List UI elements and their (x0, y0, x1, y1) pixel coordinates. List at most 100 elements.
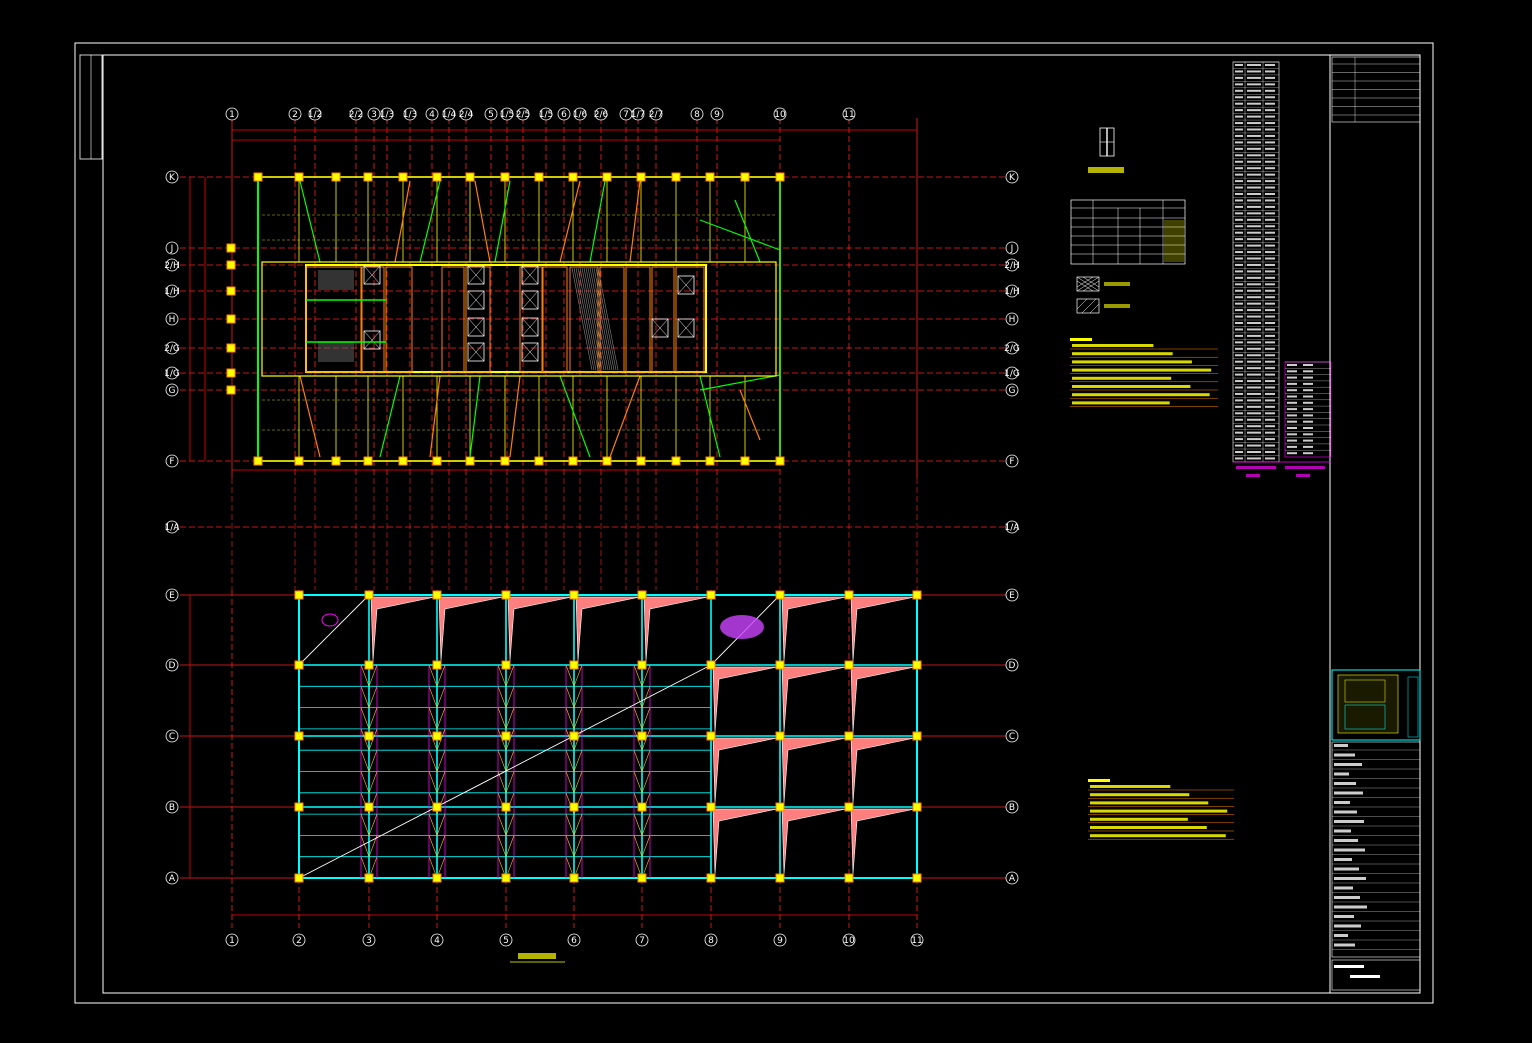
title-text (1334, 782, 1356, 785)
opening-small (321, 613, 339, 627)
elev-cell (1235, 205, 1243, 208)
diagonal-beam (629, 180, 641, 263)
elev-cell (1247, 231, 1261, 234)
title-text (1334, 820, 1364, 823)
elev-cell (1265, 309, 1275, 312)
elev-cell (1265, 405, 1275, 408)
note-text (1072, 352, 1173, 356)
elev-cell (1235, 141, 1243, 144)
diagonal-beam (494, 180, 511, 263)
slab-panel (850, 808, 916, 875)
bracing-diagonal (360, 835, 370, 857)
bracing-diagonal (573, 707, 583, 730)
elev-cell (1235, 128, 1243, 131)
column (706, 731, 716, 741)
column (602, 456, 612, 466)
column (637, 590, 647, 600)
elev-cell (1247, 315, 1261, 318)
title-text (1334, 858, 1352, 861)
stair (318, 342, 354, 362)
column (705, 172, 715, 182)
column (432, 660, 442, 670)
column (253, 456, 263, 466)
bracing-diagonal (368, 707, 378, 730)
elev-cell (1287, 420, 1297, 423)
column (331, 456, 341, 466)
column (432, 172, 442, 182)
elev-cell (1265, 451, 1275, 453)
elev-cell (1265, 134, 1275, 137)
elev-cell (1247, 96, 1261, 99)
elev-cell (1265, 399, 1275, 402)
column (636, 172, 646, 182)
axis-label: 1 (229, 936, 235, 946)
column (602, 172, 612, 182)
elev-cell (1265, 128, 1275, 131)
column (501, 590, 511, 600)
elev-cell (1303, 370, 1313, 373)
elev-cell (1235, 244, 1243, 247)
beam-section-detail (1088, 127, 1124, 173)
elev-cell (1247, 392, 1261, 395)
elev-cell (1247, 76, 1261, 79)
bracing-diagonal (428, 813, 438, 836)
diagonal-beam (559, 375, 591, 458)
elev-cell (1265, 76, 1275, 79)
bracing-diagonal (436, 686, 446, 708)
elev-cell (1235, 289, 1243, 292)
elev-cell (1247, 270, 1261, 273)
title-text (1334, 965, 1364, 968)
axis-label: 8 (694, 110, 700, 120)
key-plan (1337, 674, 1399, 734)
column (844, 590, 854, 600)
elev-cell (1247, 360, 1261, 363)
elev-cell (1235, 328, 1243, 331)
beam-table (1070, 199, 1186, 265)
title-text (1334, 829, 1351, 833)
title-text (1334, 791, 1363, 795)
elev-cell (1247, 109, 1261, 112)
elev-cell (1235, 193, 1243, 195)
elev-cell (1265, 296, 1275, 299)
axis-label: 10 (843, 936, 855, 946)
column (569, 873, 579, 883)
elev-cell (1247, 386, 1261, 389)
column (534, 172, 544, 182)
diagonal-beam (609, 375, 641, 458)
elev-cell (1247, 89, 1261, 92)
elev-cell (1265, 270, 1275, 273)
elev-cell (1265, 347, 1275, 350)
column (364, 802, 374, 812)
column (706, 873, 716, 883)
elev-cell (1247, 122, 1261, 125)
note-text (1072, 385, 1191, 388)
column (294, 172, 304, 182)
title-text (1334, 886, 1353, 890)
elev-cell (1235, 89, 1243, 92)
elev-cell (1265, 354, 1275, 357)
elev-cell (1235, 96, 1243, 99)
bracing-diagonal (505, 835, 515, 857)
elev-cell (1235, 231, 1243, 234)
elev-cell (1247, 141, 1261, 144)
elev-cell (1247, 418, 1261, 421)
title-text (1334, 848, 1365, 852)
bracing-diagonal (368, 813, 378, 836)
axis-label: 1/4 (442, 110, 457, 120)
elev-cell (1235, 392, 1243, 395)
bracing-diagonal (565, 835, 575, 857)
note-text (1072, 401, 1170, 405)
elev-cell (1303, 382, 1313, 385)
bracing-diagonal (633, 835, 643, 857)
axis-label: H (1009, 315, 1016, 325)
elev-cell (1247, 309, 1261, 312)
elev-cell (1235, 102, 1243, 105)
slab-panel (781, 596, 847, 662)
axis-label: 1/G (1004, 369, 1020, 379)
plan-title (510, 953, 565, 963)
column (775, 172, 785, 182)
elev-cell (1265, 360, 1275, 363)
bracing-diagonal (428, 686, 438, 708)
title-text (1334, 924, 1361, 928)
column (501, 660, 511, 670)
